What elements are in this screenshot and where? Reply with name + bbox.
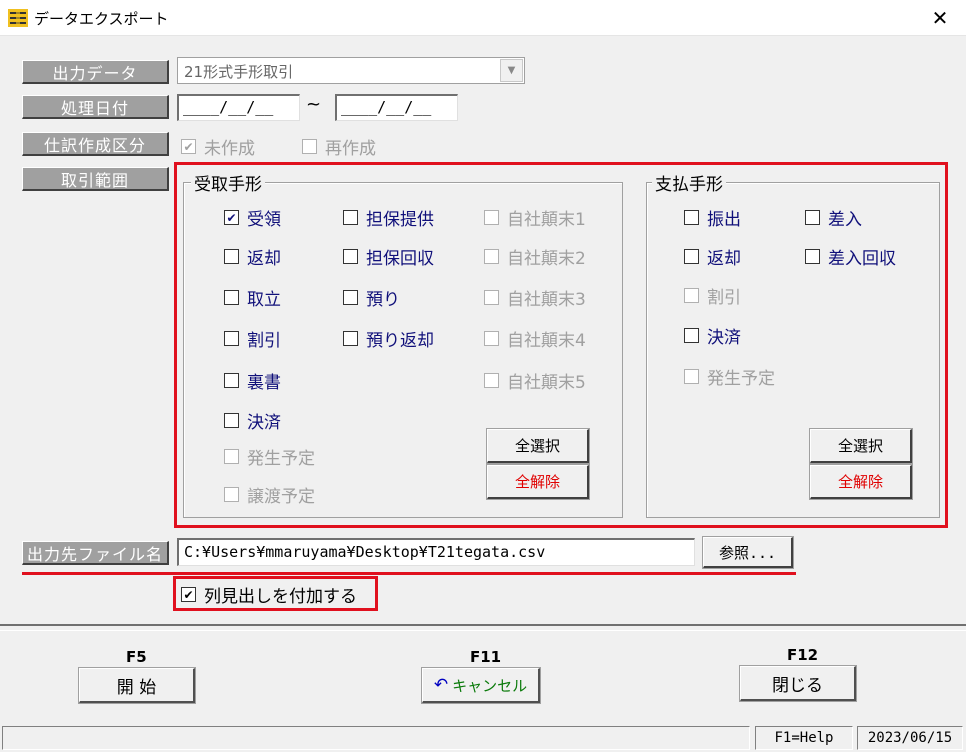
footer-divider [0, 624, 966, 626]
payable-planned-checkbox[interactable]: 発生予定 [684, 364, 775, 389]
receivable-deposit-return-checkbox[interactable]: 預り返却 [343, 326, 434, 351]
receivable-transfer-checkbox[interactable]: 譲渡予定 [224, 482, 315, 507]
browse-button[interactable]: 参照... [702, 536, 794, 569]
payable-group-title: 支払手形 [652, 170, 726, 195]
receivable-custom2-checkbox[interactable]: 自社顛末2 [484, 244, 586, 269]
date-from-input[interactable]: ____/__/__ [177, 94, 300, 121]
check-icon: ✔ [224, 210, 239, 225]
receivable-endorse-checkbox[interactable]: 裏書 [224, 368, 281, 393]
receivable-collection-checkbox[interactable]: 取立 [224, 285, 281, 310]
range-label: 取引範囲 [22, 167, 169, 191]
receivable-custom3-checkbox[interactable]: 自社顛末3 [484, 285, 586, 310]
payable-select-all-button[interactable]: 全選択 [809, 428, 913, 464]
receivable-group-title: 受取手形 [191, 170, 265, 195]
start-button[interactable]: 開 始 [78, 667, 196, 704]
status-panel-main [2, 726, 750, 750]
payable-pledge-checkbox[interactable]: 差入 [805, 205, 862, 230]
current-date: 2023/06/15 [857, 726, 963, 750]
cancel-button[interactable]: ↶ キャンセル [421, 667, 541, 704]
receivable-collateral-checkbox[interactable]: 担保提供 [343, 205, 434, 230]
output-data-label: 出力データ [22, 60, 169, 84]
payable-settle-checkbox[interactable]: 決済 [684, 323, 741, 348]
recreated-checkbox[interactable]: 再作成 [302, 134, 376, 159]
chevron-down-icon[interactable]: ▼ [500, 59, 523, 82]
receivable-received-checkbox[interactable]: ✔ 受領 [224, 205, 281, 230]
check-icon: ✔ [181, 587, 196, 602]
journal-type-label: 仕訳作成区分 [22, 132, 169, 156]
payable-discount-checkbox[interactable]: 割引 [684, 283, 741, 308]
export-app-icon [8, 9, 28, 27]
receivable-discount-checkbox[interactable]: 割引 [224, 326, 281, 351]
f12-key-label: F12 [787, 646, 819, 664]
receivable-planned-checkbox[interactable]: 発生予定 [224, 444, 315, 469]
payable-pledge-return-checkbox[interactable]: 差入回収 [805, 244, 896, 269]
date-to-input[interactable]: ____/__/__ [335, 94, 458, 121]
receivable-select-all-button[interactable]: 全選択 [486, 428, 590, 464]
receivable-returned-checkbox[interactable]: 返却 [224, 244, 281, 269]
receivable-collateral-return-checkbox[interactable]: 担保回収 [343, 244, 434, 269]
process-date-label: 処理日付 [22, 95, 169, 119]
footer-divider-highlight [0, 630, 966, 631]
payable-clear-all-button[interactable]: 全解除 [809, 464, 913, 500]
file-row-highlight [22, 572, 796, 575]
uncreated-checkbox[interactable]: ✔ 未作成 [181, 134, 255, 159]
close-icon: ✕ [931, 6, 949, 30]
receivable-custom1-checkbox[interactable]: 自社顛末1 [484, 205, 586, 230]
receivable-clear-all-button[interactable]: 全解除 [486, 464, 590, 500]
receivable-custom4-checkbox[interactable]: 自社顛末4 [484, 326, 586, 351]
payable-returned-checkbox[interactable]: 返却 [684, 244, 741, 269]
output-file-label: 出力先ファイル名 [22, 541, 169, 565]
receivable-deposit-checkbox[interactable]: 預り [343, 285, 400, 310]
add-column-header-checkbox[interactable]: ✔ 列見出しを付加する [181, 582, 357, 607]
check-icon: ✔ [181, 139, 196, 154]
output-data-select[interactable]: 21形式手形取引 [177, 57, 525, 84]
date-separator: ~ [306, 94, 322, 115]
window-title: データエクスポート [34, 10, 169, 28]
close-window-button[interactable]: ✕ [920, 2, 960, 34]
close-button[interactable]: 閉じる [739, 665, 857, 702]
payable-issue-checkbox[interactable]: 振出 [684, 205, 741, 230]
f11-key-label: F11 [470, 648, 502, 666]
help-hint: F1=Help [755, 726, 853, 750]
undo-icon: ↶ [433, 675, 449, 695]
f5-key-label: F5 [126, 648, 147, 666]
output-file-input[interactable]: C:¥Users¥mmaruyama¥Desktop¥T21tegata.csv [177, 538, 695, 566]
receivable-custom5-checkbox[interactable]: 自社顛末5 [484, 368, 586, 393]
receivable-settle-checkbox[interactable]: 決済 [224, 408, 281, 433]
